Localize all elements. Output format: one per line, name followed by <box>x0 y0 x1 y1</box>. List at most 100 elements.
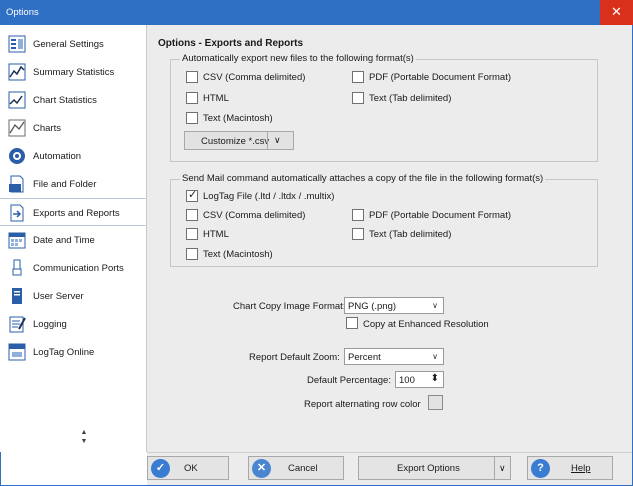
sidebar-item-label: File and Folder <box>33 179 97 190</box>
logtag-online-icon <box>8 343 26 361</box>
scroll-down-icon[interactable]: ▼ <box>78 437 90 446</box>
summary-statistics-icon <box>8 63 26 81</box>
sidebar-item-communication-ports[interactable]: Communication Ports <box>0 254 146 282</box>
report-zoom-label: Report Default Zoom: <box>249 352 340 363</box>
chart-statistics-icon <box>8 91 26 109</box>
customize-divider <box>267 132 268 149</box>
mail-text-mac-label: Text (Macintosh) <box>203 249 273 260</box>
mail-logtag-label: LogTag File (.ltd / .ltdx / .multix) <box>203 191 335 202</box>
spinner-icon[interactable]: ⬍ <box>431 373 439 384</box>
sidebar-item-label: Summary Statistics <box>33 67 115 78</box>
auto-export-legend: Automatically export new files to the fo… <box>180 53 416 64</box>
sidebar-item-label: Charts <box>33 123 61 134</box>
sidebar: General Settings Summary Statistics Char… <box>0 25 147 452</box>
server-icon <box>12 288 22 304</box>
send-mail-legend: Send Mail command automatically attaches… <box>180 173 546 184</box>
sidebar-item-label: LogTag Online <box>33 347 95 358</box>
alternating-row-label: Report alternating row color <box>304 399 421 410</box>
auto-csv-checkbox[interactable] <box>186 71 198 83</box>
customize-csv-label: Customize *.csv <box>201 136 270 147</box>
sidebar-item-charts[interactable]: Charts <box>0 114 146 142</box>
chart-copy-format-value: PNG (.png) <box>348 301 397 312</box>
sidebar-item-date-and-time[interactable]: Date and Time <box>0 226 146 254</box>
chevron-down-icon[interactable]: ∨ <box>499 463 506 474</box>
close-button[interactable]: ✕ <box>600 0 633 25</box>
sidebar-item-logging[interactable]: Logging <box>0 310 146 338</box>
mail-text-tab-checkbox[interactable] <box>352 228 364 240</box>
customize-csv-button[interactable]: Customize *.csv ∨ <box>184 131 294 150</box>
sidebar-item-automation[interactable]: Automation <box>0 142 146 170</box>
chart-copy-format-label: Chart Copy Image Format: <box>233 301 346 312</box>
sidebar-item-summary-statistics[interactable]: Summary Statistics <box>0 58 146 86</box>
auto-html-checkbox[interactable] <box>186 92 198 104</box>
sidebar-item-label: User Server <box>33 291 84 302</box>
default-percentage-label: Default Percentage: <box>307 375 391 386</box>
ok-label: OK <box>184 463 198 474</box>
enhanced-resolution-checkbox[interactable] <box>346 317 358 329</box>
report-zoom-select[interactable]: Percent ∨ <box>344 348 444 365</box>
chevron-down-icon: ∨ <box>432 352 438 361</box>
automation-icon <box>9 148 25 164</box>
export-options-label: Export Options <box>397 463 460 474</box>
scroll-up-icon[interactable]: ▲ <box>78 428 90 437</box>
mail-pdf-checkbox[interactable] <box>352 209 364 221</box>
ok-icon: ✓ <box>151 459 170 478</box>
exports-reports-icon <box>10 204 24 222</box>
settings-icon <box>8 35 26 53</box>
sidebar-item-label: Communication Ports <box>33 263 124 274</box>
sidebar-item-general-settings[interactable]: General Settings <box>0 30 146 58</box>
auto-pdf-label: PDF (Portable Document Format) <box>369 72 512 83</box>
auto-text-mac-checkbox[interactable] <box>186 112 198 124</box>
ok-button[interactable]: ✓ OK <box>147 456 229 480</box>
cancel-button[interactable]: ✕ Cancel <box>248 456 344 480</box>
sidebar-item-label: Automation <box>33 151 82 162</box>
mail-html-checkbox[interactable] <box>186 228 198 240</box>
title-bar: Options ✕ <box>0 0 633 25</box>
sidebar-scroll[interactable]: ▲ ▼ <box>78 428 90 450</box>
sidebar-item-chart-statistics[interactable]: Chart Statistics <box>0 86 146 114</box>
help-button[interactable]: ? Help <box>527 456 613 480</box>
chart-copy-format-select[interactable]: PNG (.png) ∨ <box>344 297 444 314</box>
export-divider <box>494 457 495 479</box>
calendar-icon <box>8 232 26 249</box>
auto-csv-label: CSV (Comma delimited) <box>203 72 306 83</box>
sidebar-item-label: Date and Time <box>33 235 95 246</box>
cancel-label: Cancel <box>288 463 318 474</box>
help-icon: ? <box>531 459 550 478</box>
mail-pdf-label: PDF (Portable Document Format) <box>369 210 512 221</box>
mail-html-label: HTML <box>203 229 229 240</box>
page-title: Options - Exports and Reports <box>158 38 304 49</box>
default-percentage-value: 100 <box>399 375 415 386</box>
mail-csv-checkbox[interactable] <box>186 209 198 221</box>
default-percentage-spinner[interactable]: 100 ⬍ <box>395 371 444 388</box>
mail-csv-label: CSV (Comma delimited) <box>203 210 306 221</box>
usb-icon <box>12 259 22 276</box>
mail-text-tab-label: Text (Tab delimited) <box>369 229 452 240</box>
chevron-down-icon[interactable]: ∨ <box>274 135 281 146</box>
auto-html-label: HTML <box>203 93 229 104</box>
chevron-down-icon: ∨ <box>432 301 438 310</box>
cancel-icon: ✕ <box>252 459 271 478</box>
charts-icon <box>8 119 26 137</box>
auto-text-tab-label: Text (Tab delimited) <box>369 93 452 104</box>
window-title: Options <box>6 7 39 18</box>
auto-text-mac-label: Text (Macintosh) <box>203 113 273 124</box>
auto-text-tab-checkbox[interactable] <box>352 92 364 104</box>
help-label: Help <box>571 463 591 474</box>
logging-icon <box>9 316 26 333</box>
sidebar-item-label: Chart Statistics <box>33 95 97 106</box>
auto-pdf-checkbox[interactable] <box>352 71 364 83</box>
alternating-row-color-swatch[interactable] <box>428 395 443 410</box>
close-icon: ✕ <box>611 4 622 19</box>
sidebar-item-label: General Settings <box>33 39 104 50</box>
enhanced-resolution-label: Copy at Enhanced Resolution <box>363 319 489 330</box>
sidebar-item-label: Logging <box>33 319 67 330</box>
report-zoom-value: Percent <box>348 352 381 363</box>
sidebar-item-file-and-folder[interactable]: File and Folder <box>0 170 146 198</box>
mail-text-mac-checkbox[interactable] <box>186 248 198 260</box>
sidebar-item-user-server[interactable]: User Server <box>0 282 146 310</box>
sidebar-item-logtag-online[interactable]: LogTag Online <box>0 338 146 366</box>
mail-logtag-checkbox[interactable] <box>186 188 198 202</box>
export-options-button[interactable]: Export Options ∨ <box>358 456 511 480</box>
sidebar-item-exports-and-reports[interactable]: Exports and Reports <box>0 198 146 226</box>
